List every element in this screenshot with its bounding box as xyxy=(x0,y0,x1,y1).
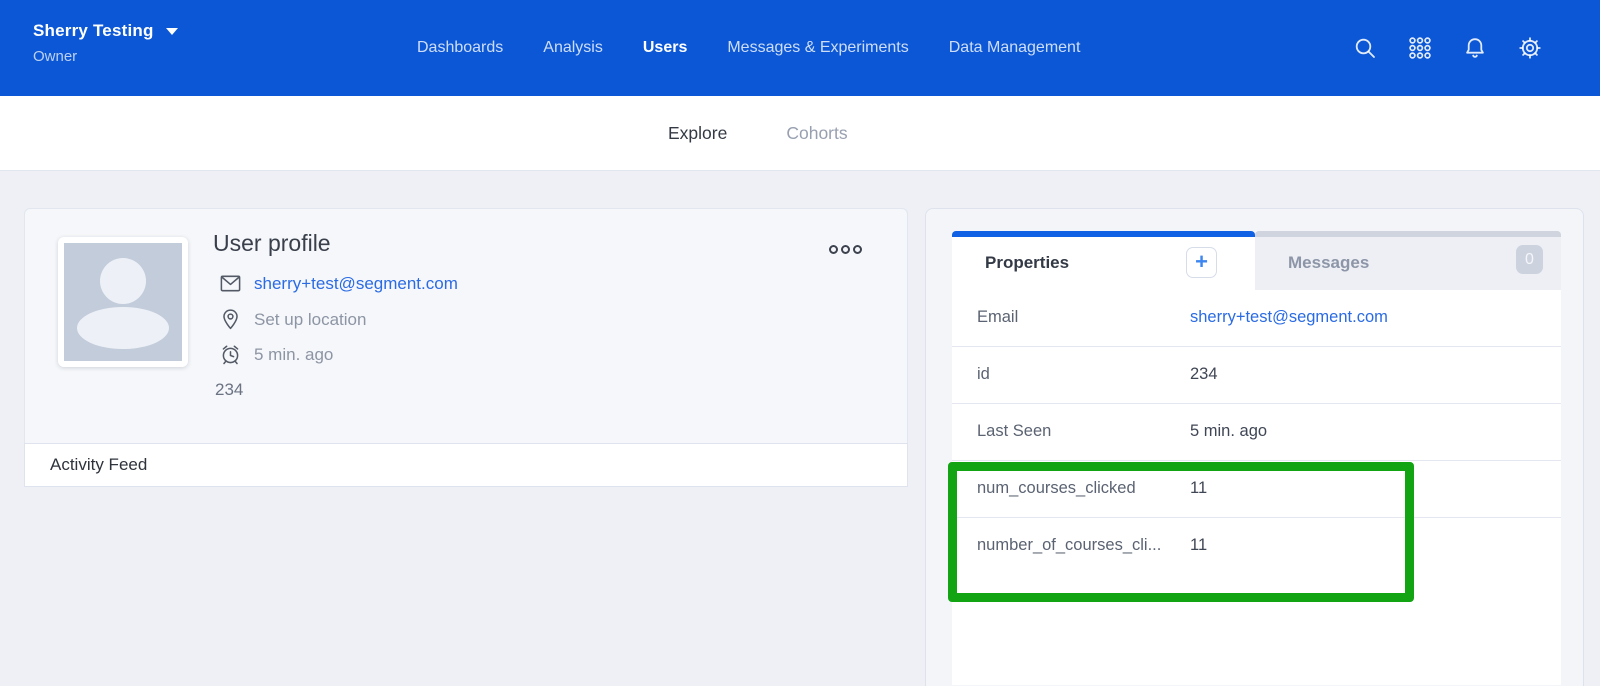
workspace-switcher[interactable]: Sherry Testing Owner xyxy=(33,21,178,65)
tab-messages[interactable]: Messages 0 xyxy=(1255,231,1561,290)
active-tab-topbar xyxy=(952,231,1255,237)
tab-properties[interactable]: Properties + xyxy=(952,231,1255,290)
tab-explore[interactable]: Explore xyxy=(668,123,727,144)
property-label: Last Seen xyxy=(977,422,1051,441)
avatar xyxy=(58,237,188,367)
property-label: number_of_courses_cli... xyxy=(977,536,1161,555)
properties-table: Email sherry+test@segment.com id 234 Las… xyxy=(952,290,1561,685)
property-label: num_courses_clicked xyxy=(977,479,1136,498)
inactive-tab-topbar xyxy=(1255,231,1561,237)
tab-properties-label: Properties xyxy=(985,253,1069,273)
nav-item-data-management[interactable]: Data Management xyxy=(949,39,1081,57)
property-row-email: Email sherry+test@segment.com xyxy=(952,290,1561,347)
workspace-role: Owner xyxy=(33,48,178,65)
property-label: Email xyxy=(977,308,1018,327)
profile-set-location[interactable]: Set up location xyxy=(254,310,366,330)
header-icons xyxy=(1353,0,1542,96)
nav-item-messages-experiments[interactable]: Messages & Experiments xyxy=(727,39,908,57)
envelope-icon xyxy=(219,272,242,295)
messages-count-badge: 0 xyxy=(1516,245,1543,274)
alarm-clock-icon xyxy=(219,343,242,366)
nav-item-users[interactable]: Users xyxy=(643,39,687,57)
app-header: Sherry Testing Owner Dashboards Analysis… xyxy=(0,0,1600,96)
location-pin-icon xyxy=(219,308,242,331)
property-row-number-of-courses-clicked: number_of_courses_cli... 11 xyxy=(952,518,1561,575)
property-value: 11 xyxy=(1190,479,1207,498)
chevron-down-icon xyxy=(166,28,178,35)
workspace-name: Sherry Testing xyxy=(33,21,154,41)
tab-messages-label: Messages xyxy=(1288,253,1369,273)
property-row-num-courses-clicked: num_courses_clicked 11 xyxy=(952,461,1561,518)
apps-grid-icon[interactable] xyxy=(1408,36,1432,60)
more-options-icon[interactable] xyxy=(829,245,862,254)
users-subnav: Explore Cohorts xyxy=(0,96,1600,171)
settings-gear-icon[interactable] xyxy=(1518,36,1542,60)
property-label: id xyxy=(977,365,990,384)
profile-email-link[interactable]: sherry+test@segment.com xyxy=(254,274,458,294)
tab-cohorts[interactable]: Cohorts xyxy=(786,123,847,144)
add-property-button[interactable]: + xyxy=(1186,247,1217,278)
search-icon[interactable] xyxy=(1353,36,1377,60)
property-value: 234 xyxy=(1190,365,1218,384)
nav-item-dashboards[interactable]: Dashboards xyxy=(417,39,503,57)
user-profile-card: User profile sherry+test@segment.com Set… xyxy=(24,208,908,443)
activity-feed-title: Activity Feed xyxy=(50,455,147,475)
property-value: 5 min. ago xyxy=(1190,422,1267,441)
main-nav: Dashboards Analysis Users Messages & Exp… xyxy=(417,0,1080,96)
property-value-email-link[interactable]: sherry+test@segment.com xyxy=(1190,308,1388,327)
profile-last-seen: 5 min. ago xyxy=(254,345,333,365)
profile-external-id: 234 xyxy=(215,380,243,400)
property-row-last-seen: Last Seen 5 min. ago xyxy=(952,404,1561,461)
notifications-bell-icon[interactable] xyxy=(1463,36,1487,60)
profile-card-title: User profile xyxy=(213,230,331,257)
property-value: 11 xyxy=(1190,536,1207,555)
activity-feed-section[interactable]: Activity Feed xyxy=(24,443,908,487)
nav-item-analysis[interactable]: Analysis xyxy=(543,39,603,57)
property-row-id: id 234 xyxy=(952,347,1561,404)
